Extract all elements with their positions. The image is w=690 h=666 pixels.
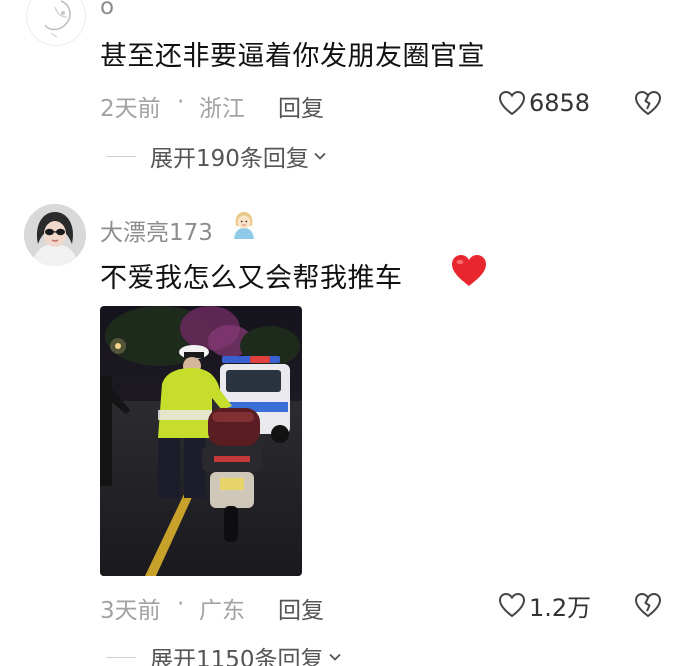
reply-button[interactable]: 回复 — [278, 89, 324, 123]
broken-heart-icon — [634, 90, 662, 116]
dislike-button[interactable] — [634, 89, 662, 117]
dislike-button[interactable] — [634, 591, 662, 619]
like-count: 6858 — [529, 89, 591, 117]
like-button[interactable]: 1.2万 — [498, 590, 592, 622]
meta-separator: · — [177, 591, 185, 617]
heart-outline-icon — [498, 90, 526, 116]
avatar-emoji-icon — [229, 210, 259, 240]
comment-username[interactable]: 大漂亮173 — [100, 213, 213, 247]
expand-divider — [106, 656, 136, 658]
comment-time: 2天前 — [100, 96, 161, 122]
avatar[interactable] — [24, 204, 86, 266]
red-heart-emoji-icon — [450, 253, 488, 289]
reply-button[interactable]: 回复 — [278, 591, 324, 625]
broken-heart-icon — [634, 592, 662, 618]
chevron-down-icon — [314, 152, 326, 160]
like-button[interactable]: 6858 — [498, 88, 590, 118]
expand-divider — [106, 155, 136, 157]
comment-username[interactable]: o — [100, 0, 114, 20]
night-traffic-police-photo — [100, 306, 302, 576]
comment-location: 广东 — [199, 598, 245, 624]
avatar-photo-icon — [24, 204, 86, 266]
chevron-down-icon — [328, 653, 341, 661]
avatar[interactable] — [26, 0, 86, 46]
like-count: 1.2万 — [529, 593, 592, 622]
heart-outline-icon — [498, 592, 526, 618]
expand-replies-button[interactable]: 展开1150条回复 — [106, 642, 342, 666]
comment-time: 3天前 — [100, 598, 161, 624]
comment-text: 甚至还非要逼着你发朋友圈官宣 — [100, 41, 485, 72]
expand-replies-label: 展开1150条回复 — [150, 647, 324, 666]
expand-replies-button[interactable]: 展开190条回复 — [106, 141, 327, 172]
meta-separator: · — [177, 89, 185, 115]
comment-list: o 甚至还非要逼着你发朋友圈官宣 2天前 · 浙江 回复 6858 展开190条… — [0, 0, 690, 666]
comment-text: 不爱我怎么又会帮我推车 — [100, 263, 403, 294]
avatar-sketch-icon — [27, 0, 85, 45]
comment-location: 浙江 — [199, 96, 245, 122]
comment-image[interactable] — [100, 306, 302, 576]
expand-replies-label: 展开190条回复 — [150, 146, 309, 172]
